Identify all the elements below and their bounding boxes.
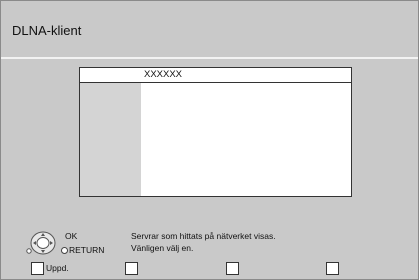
info-message-line-1: Servrar som hittats på nätverket visas.	[131, 231, 276, 241]
list-header-label: XXXXXX	[144, 69, 183, 80]
ok-label: OK	[65, 231, 78, 241]
return-icon	[61, 247, 68, 254]
color-button-square-icon	[31, 262, 44, 275]
remote-navigation-hint: OK RETURN	[25, 229, 125, 261]
color-button-4[interactable]	[326, 262, 340, 276]
color-button-square-icon	[326, 262, 339, 275]
info-message: Servrar som hittats på nätverket visas. …	[131, 230, 276, 254]
title-bar: DLNA-klient	[1, 1, 418, 57]
color-button-square-icon	[226, 262, 239, 275]
dlna-client-screen: DLNA-klient XXXXXX OK RETURN Servrar som…	[0, 0, 419, 280]
color-button-3[interactable]	[226, 262, 240, 276]
color-button-square-icon	[125, 262, 138, 275]
list-header: XXXXXX	[80, 68, 351, 83]
dpad-icon	[26, 231, 56, 255]
refresh-button-label: Uppd.	[46, 263, 69, 273]
server-list[interactable]: XXXXXX	[79, 67, 352, 197]
color-button-2[interactable]	[125, 262, 139, 276]
refresh-button[interactable]: Uppd.	[31, 262, 91, 276]
return-label: RETURN	[69, 245, 105, 255]
list-right-pane[interactable]	[141, 83, 351, 196]
title-divider	[1, 57, 418, 59]
list-left-pane	[80, 83, 141, 196]
window-title: DLNA-klient	[12, 23, 82, 38]
info-message-line-2: Vänligen välj en.	[131, 243, 194, 253]
